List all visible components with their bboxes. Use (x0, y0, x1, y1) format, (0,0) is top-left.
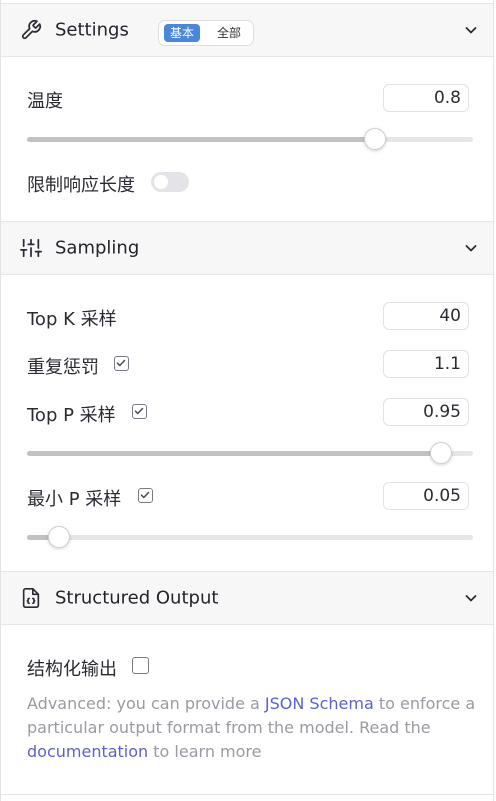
chevron-down-icon[interactable] (463, 240, 479, 256)
structured-output-checkbox[interactable] (132, 657, 149, 674)
repeat-penalty-checkbox[interactable] (114, 356, 129, 371)
top-p-slider[interactable] (27, 442, 473, 464)
checkmark-icon (134, 407, 144, 415)
checkmark-icon (116, 359, 126, 367)
min-p-checkbox[interactable] (138, 488, 153, 503)
temperature-label: 温度 (27, 91, 63, 112)
repeat-penalty-input[interactable]: 1.1 (383, 350, 469, 378)
top-p-checkbox[interactable] (132, 404, 147, 419)
structured-output-title: Structured Output (55, 587, 219, 609)
top-p-slider-thumb[interactable] (429, 442, 452, 464)
help-text-post: to learn more (148, 742, 262, 761)
temperature-input[interactable]: 0.8 (383, 84, 469, 112)
min-p-slider-thumb[interactable] (48, 526, 71, 548)
checkmark-icon (140, 491, 150, 499)
limit-length-toggle[interactable] (151, 172, 189, 192)
chevron-down-icon[interactable] (463, 590, 479, 606)
documentation-link[interactable]: documentation (27, 742, 148, 761)
settings-panel: Settings 基本 全部 温度 0.8 限制响应长度 Sampling To… (0, 0, 494, 801)
sampling-section-header[interactable]: Sampling (1, 221, 493, 275)
bottom-divider (1, 794, 493, 795)
json-file-icon (22, 588, 40, 608)
structured-output-section-header[interactable]: Structured Output (1, 571, 493, 625)
top-k-input[interactable]: 40 (383, 302, 469, 330)
help-text-pre: Advanced: you can provide a (27, 694, 265, 713)
json-schema-link[interactable]: JSON Schema (265, 694, 374, 713)
min-p-input[interactable]: 0.05 (383, 482, 469, 510)
settings-section-header[interactable]: Settings 基本 全部 (1, 3, 493, 57)
top-p-slider-fill (27, 451, 441, 456)
settings-title: Settings (55, 19, 129, 41)
min-p-slider[interactable] (27, 526, 473, 548)
basic-mode-tab[interactable]: 基本 (164, 24, 201, 42)
structured-output-help-text: Advanced: you can provide a JSON Schema … (27, 692, 477, 764)
sampling-title: Sampling (55, 237, 140, 259)
toggle-knob (154, 175, 168, 189)
temperature-slider[interactable] (27, 128, 473, 150)
limit-length-label: 限制响应长度 (27, 175, 135, 196)
top-p-input[interactable]: 0.95 (383, 398, 469, 426)
top-k-label: Top K 采样 (27, 309, 117, 330)
temperature-slider-thumb[interactable] (363, 128, 386, 150)
temperature-slider-fill (27, 137, 375, 142)
repeat-penalty-label: 重复惩罚 (27, 357, 99, 378)
chevron-down-icon[interactable] (463, 22, 479, 38)
structured-output-label: 结构化输出 (27, 659, 117, 680)
mode-segmented-control: 基本 全部 (158, 20, 254, 46)
min-p-label: 最小 P 采样 (27, 489, 122, 510)
sliders-icon (20, 238, 42, 258)
top-p-label: Top P 采样 (27, 405, 116, 426)
all-mode-tab[interactable]: 全部 (211, 24, 247, 42)
wrench-icon (21, 19, 42, 40)
